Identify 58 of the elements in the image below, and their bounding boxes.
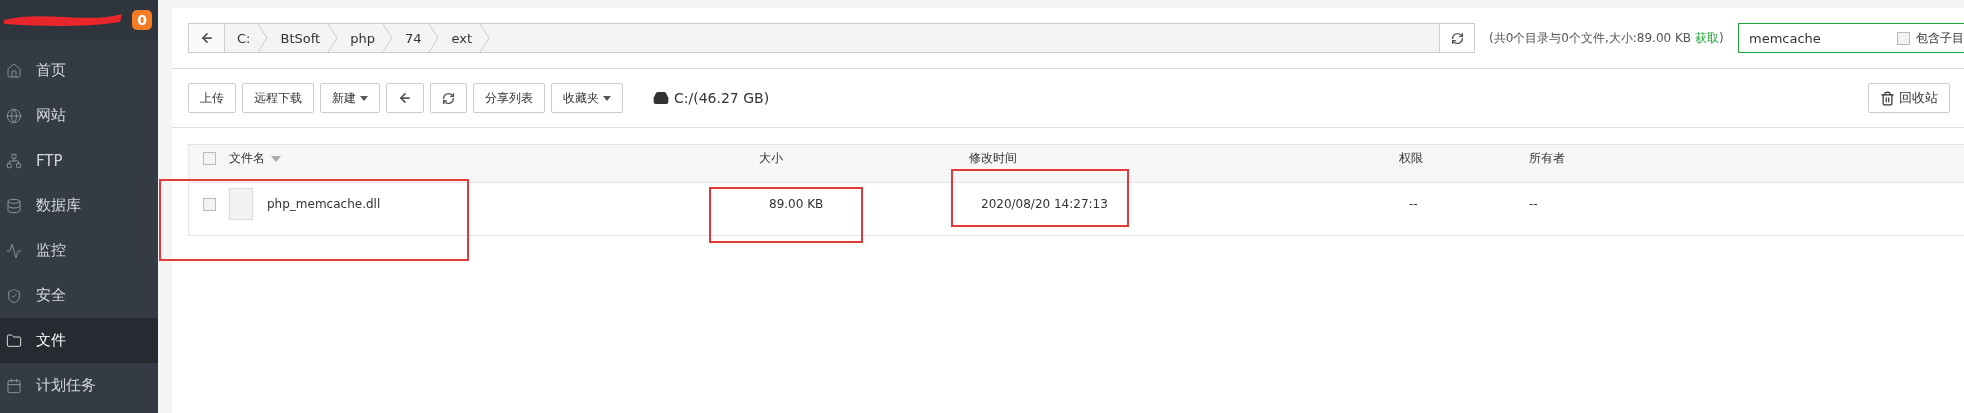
disk-label: C:/(46.27 GB) [674,90,770,106]
refresh-button[interactable] [1439,23,1475,53]
summary-close-paren: ) [1719,31,1724,45]
globe-icon [6,107,22,124]
chart-icon [6,242,22,259]
column-header[interactable]: 权限 [1399,150,1423,167]
breadcrumb-item[interactable]: php [338,24,393,52]
calendar-icon [6,377,22,394]
sidebar-item[interactable]: 安全 [0,273,158,318]
table-cell-text: -- [1408,197,1419,211]
toolbar-button[interactable]: 上传 [188,83,236,113]
option-label: 包含子目 [1916,29,1964,47]
refresh-icon [1450,31,1464,45]
sidebar-item[interactable]: 首页 [0,48,158,93]
sidebar-item[interactable]: 数据库 [0,183,158,228]
sidebar-item[interactable]: FTP [0,138,158,183]
back-arrow-icon [199,31,214,45]
dropdown-button[interactable]: 新建 [320,83,380,113]
shield-icon [6,287,22,304]
drive-icon [653,90,669,106]
back-button[interactable] [386,83,424,113]
breadcrumb-item[interactable]: C: [225,24,269,52]
checkbox[interactable] [1897,31,1910,45]
dropdown-button[interactable]: 收藏夹 [551,83,623,113]
column-header[interactable]: 文件名 [229,150,265,167]
trash-icon [1880,90,1895,106]
folder-icon [6,332,22,349]
toolbar-button[interactable]: 远程下载 [242,83,314,113]
sidebar-item[interactable]: 监控 [0,228,158,273]
table-cell-text: 2020/08/20 14:27:13 [980,197,1109,211]
refresh-button[interactable] [430,83,467,113]
recycle-bin-button[interactable]: 回收站 [1868,83,1950,113]
sidebar-item[interactable]: 计划任务 [0,363,158,408]
toolbar-button[interactable]: 分享列表 [473,83,545,113]
database-icon [6,197,22,214]
table-cell-text: 89.00 KB [768,197,825,211]
sidebar-item[interactable]: 文件 [0,318,158,363]
file-icon [229,188,253,220]
network-icon [6,152,22,169]
file-name[interactable]: php_memcache.dll [267,197,381,211]
column-header[interactable]: 修改时间 [969,150,1017,167]
column-header[interactable]: 所有者 [1529,150,1565,167]
sidebar-item[interactable]: 网站 [0,93,158,138]
checkbox[interactable] [202,152,216,165]
breadcrumb-item[interactable]: ext [439,24,490,52]
search-box[interactable]: memcache 包含子目 [1738,23,1964,53]
breadcrumb-item[interactable]: BtSoft [268,24,339,52]
back-button[interactable] [189,24,225,52]
column-header[interactable]: 大小 [759,150,783,167]
summary-text: (共0个目录与0个文件,大小:89.00 KB [1489,29,1692,47]
checkbox[interactable] [202,197,216,211]
caret-icon [360,95,368,101]
house-icon [6,62,22,79]
caret-icon [603,95,611,101]
table-cell-text: -- [1529,197,1539,211]
sort-icon [271,155,281,162]
breadcrumb-item[interactable]: 74 [392,24,440,52]
refresh-icon [442,91,455,105]
